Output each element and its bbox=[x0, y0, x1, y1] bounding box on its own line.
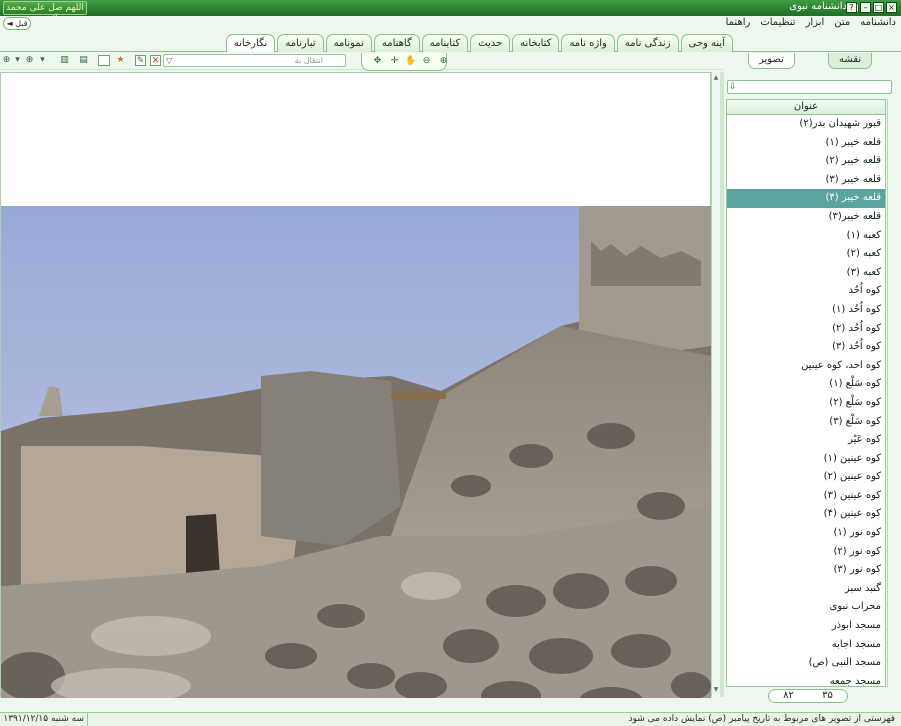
list-item[interactable]: کوه سَلْع (۳) bbox=[727, 413, 885, 432]
search-pin-icon[interactable]: ⇩ bbox=[729, 81, 739, 93]
status-bar: سه شنبه ۱۳۹۱/۱۲/۱۵ فهرستی از تصویر های م… bbox=[0, 712, 901, 726]
menu-item-encyclopedia[interactable]: دانشنامه bbox=[859, 17, 897, 28]
image-viewer[interactable] bbox=[0, 72, 711, 715]
menu-item-tools[interactable]: ابزار bbox=[805, 17, 826, 28]
khaybar-fortress-photo bbox=[1, 206, 711, 715]
gallery-panel: ⇩ عنوان قبور شهیدان بدر(۲) قلعه خیبر (۱) ق… bbox=[724, 72, 901, 703]
tab-strip: آینه وحی زندگی نامه واژه نامه کتابخانه ح… bbox=[0, 32, 901, 53]
tab-chronology[interactable]: گاهنامه bbox=[373, 34, 420, 52]
app-logo: اللهم صل علی محمد و آل محمد bbox=[3, 1, 87, 25]
window-title: دانشنامه نبوی bbox=[789, 1, 847, 12]
list-item[interactable]: کعبه (۳) bbox=[727, 264, 885, 283]
list-vertical-scrollbar[interactable] bbox=[887, 99, 896, 687]
list-item[interactable]: قلعه خیبر (۳) bbox=[727, 171, 885, 190]
menu-item-help[interactable]: راهنما bbox=[725, 17, 752, 28]
tab-diagrams[interactable]: نمونامه bbox=[325, 34, 372, 52]
zoom-in-icon[interactable]: ⊕ bbox=[438, 56, 449, 67]
list-item[interactable]: کوه عینین (۱) bbox=[727, 450, 885, 469]
list-item[interactable]: کوه عینین (۴) bbox=[727, 505, 885, 524]
goto-combo[interactable]: انتقال به ▽ bbox=[163, 54, 346, 67]
list-item[interactable]: کوه سَلْع (۱) bbox=[727, 375, 885, 394]
columns-icon[interactable]: ▥ bbox=[59, 55, 70, 66]
viewer-vertical-scrollbar[interactable]: ▲ ▼ bbox=[711, 72, 720, 697]
title-bar: اللهم صل علی محمد و آل محمد دانشنامه نبو… bbox=[0, 0, 901, 25]
tab-glossary[interactable]: واژه نامه bbox=[561, 34, 615, 52]
list-item[interactable]: کوه نور (۳) bbox=[727, 561, 885, 580]
arrow-down-icon[interactable]: ▾ bbox=[37, 55, 48, 66]
nav-back-icon[interactable]: ⊕ bbox=[1, 55, 12, 66]
list-item[interactable]: مسجد اجابه bbox=[727, 636, 885, 655]
list-item[interactable]: کعبه (۱) bbox=[727, 227, 885, 246]
move-icon[interactable]: ✛ bbox=[389, 56, 400, 67]
tab-biography[interactable]: زندگی نامه bbox=[616, 34, 679, 52]
help-icon[interactable]: ? bbox=[846, 2, 857, 13]
list-item[interactable]: کوه اُحُد bbox=[727, 282, 885, 301]
tab-library[interactable]: کتابخانه bbox=[512, 34, 560, 52]
hand-icon[interactable]: ✋ bbox=[405, 56, 416, 67]
back-button[interactable]: ◄ قبل bbox=[3, 17, 31, 30]
menu-bar: ◄ قبل دانشنامه متن ابزار تنظیمات راهنما bbox=[0, 16, 901, 32]
zoom-toolbar: ✥ ✛ ✋ ⊖ ⊕ bbox=[361, 53, 447, 71]
list-item[interactable]: کوه احد، کوه عینین bbox=[727, 357, 885, 376]
tab-ayeneh-vahy[interactable]: آینه وحی bbox=[680, 34, 733, 52]
status-date: سه شنبه ۱۳۹۱/۱۲/۱۵ bbox=[0, 713, 88, 726]
list-item[interactable]: کوه عَیْر bbox=[727, 431, 885, 450]
pan-all-icon[interactable]: ✥ bbox=[372, 56, 383, 67]
status-message: فهرستی از تصویر های مربوط به تاریخ پیامب… bbox=[628, 714, 895, 724]
menu-item-settings[interactable]: تنظیمات bbox=[759, 17, 796, 28]
tab-map[interactable]: نقشه bbox=[828, 53, 873, 69]
main-menu: دانشنامه متن ابزار تنظیمات راهنما bbox=[725, 17, 897, 28]
list-item[interactable]: قلعه خیبر (۴) bbox=[727, 189, 885, 208]
list-item[interactable]: مسجد ابوذر bbox=[727, 617, 885, 636]
list-item[interactable]: قلعه خیبر (۱) bbox=[727, 134, 885, 153]
menu-item-text[interactable]: متن bbox=[833, 17, 851, 28]
zoom-out-icon[interactable]: ⊖ bbox=[421, 56, 432, 67]
horizontal-scrollbar[interactable] bbox=[0, 698, 721, 712]
list-item[interactable]: کوه عینین (۲) bbox=[727, 468, 885, 487]
side-tabs: تصویر نقشه bbox=[748, 53, 898, 70]
maximize-icon[interactable]: □ bbox=[873, 2, 884, 13]
pager-current[interactable]: ۳۵ bbox=[822, 690, 833, 702]
minimize-icon[interactable]: – bbox=[860, 2, 871, 13]
pager: ۸۲ ۳۵ bbox=[768, 689, 848, 703]
list-item[interactable]: گنبد سبز bbox=[727, 580, 885, 599]
pager-total: ۸۲ bbox=[783, 690, 794, 701]
scroll-down-icon[interactable]: ▼ bbox=[712, 686, 720, 695]
list-item[interactable]: کوه عینین (۳) bbox=[727, 487, 885, 506]
bookmark-add-icon[interactable]: ★ bbox=[115, 55, 126, 66]
list-item[interactable]: کوه اُحُد (۱) bbox=[727, 301, 885, 320]
tab-hadith[interactable]: حدیث bbox=[470, 34, 511, 52]
list-item[interactable]: کعبه (۲) bbox=[727, 245, 885, 264]
list-item[interactable]: کوه سَلْع (۲) bbox=[727, 394, 885, 413]
list-item[interactable]: قلعه خیبر(۳) bbox=[727, 208, 885, 227]
list-item[interactable]: قبور شهیدان بدر(۲) bbox=[727, 115, 885, 134]
scroll-up-icon[interactable]: ▲ bbox=[712, 74, 720, 83]
tab-bibliography[interactable]: کتابنامه bbox=[421, 34, 469, 52]
list-item[interactable]: کوه نور (۱) bbox=[727, 524, 885, 543]
tab-image[interactable]: تصویر bbox=[748, 53, 795, 69]
tab-genealogy[interactable]: تبارنامه bbox=[277, 34, 324, 52]
list-item[interactable]: مسجد النبی (ص) bbox=[727, 654, 885, 673]
list-item[interactable]: کوه نور (۲) bbox=[727, 543, 885, 562]
list-item[interactable]: محراب نبوی bbox=[727, 598, 885, 617]
nav-forward-icon[interactable]: ⊕ bbox=[24, 55, 35, 66]
list-header[interactable]: عنوان bbox=[727, 100, 885, 115]
list-item[interactable]: قلعه خیبر (۲) bbox=[727, 152, 885, 171]
dropdown-icon[interactable]: ▾ bbox=[12, 55, 23, 66]
list-item[interactable]: کوه اُحُد (۲) bbox=[727, 320, 885, 339]
keyboard-icon[interactable] bbox=[98, 55, 110, 66]
combo-dropdown-icon[interactable]: ▽ bbox=[166, 55, 172, 66]
image-title-list: عنوان قبور شهیدان بدر(۲) قلعه خیبر (۱) قلع… bbox=[726, 99, 886, 687]
list-item[interactable]: کوه اُحُد (۳) bbox=[727, 338, 885, 357]
edit-icon[interactable]: ✎ bbox=[135, 55, 146, 66]
tab-gallery[interactable]: نگارخانه bbox=[225, 34, 276, 53]
print-icon[interactable]: ▤ bbox=[78, 55, 89, 66]
list-search-input[interactable]: ⇩ bbox=[727, 80, 892, 94]
close-icon[interactable]: × bbox=[886, 2, 897, 13]
close-note-icon[interactable]: ✕ bbox=[150, 55, 161, 66]
